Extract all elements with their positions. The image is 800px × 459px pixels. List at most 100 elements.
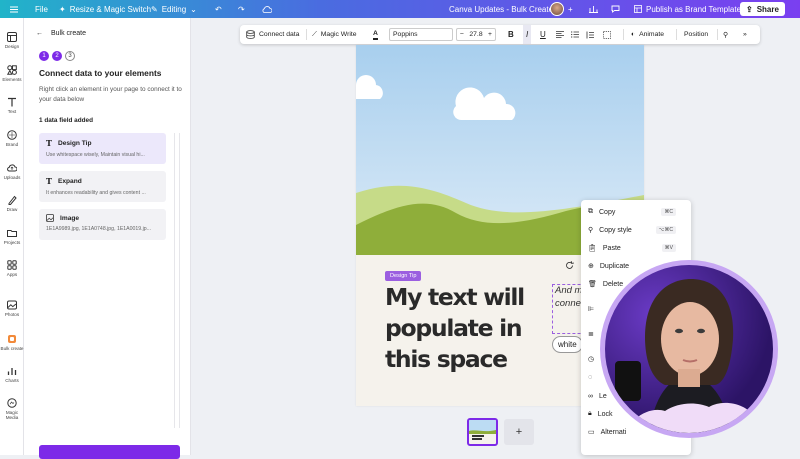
sidebar-item-magic-media[interactable]: Magic Media bbox=[0, 398, 24, 420]
rotate-icon bbox=[566, 261, 574, 269]
upload-icon: ⇪ bbox=[746, 4, 753, 14]
sidebar-item-charts[interactable]: Charts bbox=[0, 366, 24, 383]
menu-item-align[interactable]: ⊫ bbox=[588, 303, 594, 315]
menu-item-delete[interactable]: 🗑︎ Delete bbox=[588, 278, 623, 290]
sidebar-item-design[interactable]: Design bbox=[0, 32, 24, 49]
document-title[interactable]: Canva Updates - Bulk Create bbox=[449, 0, 553, 18]
sidebar-item-label: Elements bbox=[2, 77, 22, 82]
duplicate-icon: ⊕ bbox=[588, 263, 594, 270]
page-thumbnail[interactable] bbox=[467, 418, 498, 446]
animate-button[interactable]: ◐ Animate bbox=[631, 25, 664, 44]
sidebar-item-apps[interactable]: Apps bbox=[0, 260, 24, 277]
format-painter-button[interactable]: ⚲ bbox=[723, 25, 728, 44]
add-collaborator-button[interactable]: + bbox=[568, 0, 573, 18]
magic-write-label: Magic Write bbox=[320, 31, 357, 38]
data-field-expand[interactable]: T Expand It enhances readability and give… bbox=[39, 171, 166, 202]
field-title: Design Tip bbox=[57, 139, 92, 147]
sidebar-item-uploads[interactable]: Uploads bbox=[0, 163, 24, 180]
underline-icon: U bbox=[540, 30, 546, 39]
sidebar-item-brand[interactable]: Brand bbox=[0, 130, 24, 147]
align-left-icon bbox=[556, 31, 564, 38]
list-button[interactable] bbox=[571, 25, 579, 44]
share-label: Share bbox=[756, 4, 779, 14]
connect-data-button[interactable]: Connect data bbox=[246, 25, 299, 44]
text-color-button[interactable]: A bbox=[373, 25, 378, 44]
design-icon bbox=[7, 32, 17, 42]
bulk-create-panel: ← Bulk create 1 2 3 Connect data to your … bbox=[24, 18, 191, 459]
stepper: 1 2 3 bbox=[39, 51, 75, 61]
undo-icon: ↶ bbox=[215, 4, 222, 14]
align-button[interactable] bbox=[556, 25, 564, 44]
sidebar-item-label: Text bbox=[7, 109, 17, 114]
arrow-left-icon: ← bbox=[36, 30, 43, 37]
clock-icon: ◷ bbox=[588, 356, 595, 363]
increase-size-button[interactable]: + bbox=[488, 31, 492, 38]
continue-button[interactable] bbox=[39, 445, 180, 459]
sidebar-item-draw[interactable]: Draw bbox=[0, 195, 24, 212]
decrease-size-button[interactable]: − bbox=[460, 31, 464, 38]
menu-item-timing[interactable]: ◷ bbox=[588, 353, 594, 365]
main-menu-button[interactable] bbox=[10, 0, 18, 18]
data-field-design-tip[interactable]: T Design Tip Use whitespace wisely, Maint… bbox=[39, 133, 166, 164]
bold-button[interactable]: B bbox=[508, 25, 514, 44]
insights-button[interactable] bbox=[589, 0, 598, 18]
menu-item-copy-style[interactable]: ⚲ Copy style ⌥⌘C bbox=[588, 224, 684, 236]
template-icon bbox=[634, 5, 642, 13]
italic-button[interactable]: I bbox=[523, 25, 532, 44]
shortcut-badge: ⌥⌘C bbox=[655, 226, 676, 234]
menu-item-duplicate[interactable]: ⊕ Duplicate bbox=[588, 260, 629, 272]
effects-icon bbox=[603, 30, 611, 39]
font-family-dropdown[interactable]: Poppins bbox=[389, 25, 453, 44]
editing-mode-button[interactable]: ✎ Editing ⌄ bbox=[151, 0, 197, 18]
sidebar-item-photos[interactable]: Photos bbox=[0, 300, 24, 317]
menu-item-link[interactable]: ∞ Le bbox=[588, 390, 607, 402]
more-tools-button[interactable]: » bbox=[743, 25, 747, 44]
spacing-button[interactable] bbox=[586, 25, 594, 44]
menu-item-paste[interactable]: 📋︎ Paste ⌘V bbox=[588, 242, 684, 254]
headline-text[interactable]: My text will populate in this space bbox=[385, 282, 545, 375]
editor-toolbar: Connect data ⟋ Magic Write A Poppins − 27… bbox=[240, 25, 760, 44]
bold-icon: B bbox=[508, 30, 514, 39]
undo-button[interactable]: ↶ bbox=[215, 0, 222, 18]
resize-button[interactable]: ✦ Resize & Magic Switch bbox=[59, 0, 151, 18]
comments-button[interactable] bbox=[611, 0, 620, 18]
menu-item-lock[interactable]: 🔒︎ Lock bbox=[588, 408, 613, 420]
effects-button[interactable] bbox=[603, 25, 611, 44]
menu-item-copy[interactable]: ⧉ Copy ⌘C bbox=[588, 206, 684, 218]
design-tip-badge[interactable]: Design Tip bbox=[385, 271, 422, 281]
field-preview: It enhances readability and gives conten… bbox=[46, 190, 146, 196]
text-pill[interactable]: white bbox=[552, 336, 583, 353]
file-menu[interactable]: File bbox=[35, 0, 48, 18]
menu-item-alternative-text[interactable]: ▭ Alternati bbox=[588, 426, 626, 438]
step-2: 2 bbox=[52, 51, 62, 61]
menu-item-connect-data[interactable]: ≣ bbox=[588, 328, 594, 340]
animate-icon: ◐ bbox=[631, 31, 636, 38]
underline-button[interactable]: U bbox=[540, 25, 546, 44]
data-field-image[interactable]: Image 1E1A9989.jpg, 1E1A0748.jpg, 1E1A00… bbox=[39, 209, 166, 240]
add-page-button[interactable]: + bbox=[504, 419, 534, 445]
panel-scrollbar[interactable] bbox=[174, 133, 180, 428]
collaborator-avatar[interactable] bbox=[550, 0, 564, 18]
menu-item-label: Copy style bbox=[599, 226, 632, 234]
sidebar-item-text[interactable]: Text bbox=[0, 97, 24, 114]
resize-label: Resize & Magic Switch bbox=[69, 4, 152, 14]
text-icon: T bbox=[46, 176, 52, 186]
menu-item-comment[interactable]: ◌ bbox=[588, 371, 592, 383]
redo-button[interactable]: ↷ bbox=[238, 0, 245, 18]
magic-write-button[interactable]: ⟋ Magic Write bbox=[312, 25, 357, 44]
rotate-handle[interactable] bbox=[564, 258, 575, 269]
publish-brand-template-button[interactable]: Publish as Brand Template bbox=[634, 0, 741, 18]
link-icon: ∞ bbox=[588, 392, 593, 400]
position-button[interactable]: Position bbox=[684, 25, 708, 44]
cloud-save-status[interactable] bbox=[261, 0, 272, 18]
comment-icon bbox=[611, 5, 620, 13]
sidebar-item-label: Brand bbox=[5, 142, 19, 147]
sidebar-item-bulk-create[interactable]: Bulk create bbox=[0, 334, 24, 351]
font-size-stepper[interactable]: − 27.8 + bbox=[456, 25, 496, 44]
back-button[interactable]: ← Bulk create bbox=[36, 30, 86, 37]
hamburger-icon bbox=[10, 6, 18, 12]
sidebar-item-elements[interactable]: Elements bbox=[0, 65, 24, 82]
share-button[interactable]: ⇪ Share bbox=[740, 2, 785, 16]
sidebar-item-projects[interactable]: Projects bbox=[0, 228, 24, 245]
list-icon bbox=[571, 31, 579, 38]
